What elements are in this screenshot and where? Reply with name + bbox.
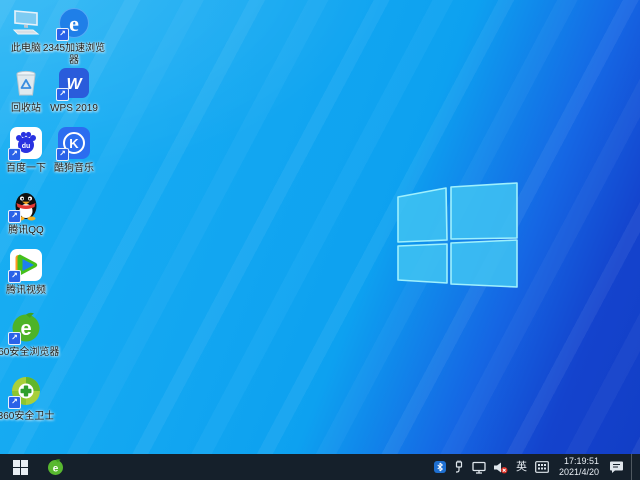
svg-text:K: K <box>69 136 79 151</box>
volume-muted-tray-icon[interactable] <box>493 454 508 480</box>
qq-penguin-icon: ↗ <box>8 188 43 223</box>
svg-text:e: e <box>52 463 58 474</box>
icon-label: 360安全浏览器 <box>0 347 60 358</box>
ime-language-indicator[interactable]: 英 <box>515 454 528 480</box>
network-tray-icon[interactable] <box>472 454 486 480</box>
desktop-wallpaper: 此电脑 回收站 du ↗ 百度一下 ↗ 腾讯QQ ↗ 腾讯视频 e ↗ 60安全… <box>0 0 640 454</box>
bluetooth-tray-icon[interactable] <box>433 454 446 480</box>
taskbar: e 英 17:19:51 2021/4/20 <box>0 454 640 480</box>
shortcut-arrow-icon: ↗ <box>8 396 21 409</box>
desktop-icon-kugou-music[interactable]: K ↗ 酷狗音乐 <box>38 126 110 175</box>
icon-label: 酷狗音乐 <box>54 163 94 174</box>
svg-text:e: e <box>69 11 79 36</box>
shortcut-arrow-icon: ↗ <box>56 88 69 101</box>
icon-label: 2345加速浏览器 <box>42 43 106 66</box>
shortcut-arrow-icon: ↗ <box>8 270 21 283</box>
shortcut-arrow-icon: ↗ <box>8 332 21 345</box>
desktop-icon-360-safety-guard[interactable]: ↗ 360安全卫士 <box>0 374 62 423</box>
360-browser-icon: e ↗ <box>8 310 43 345</box>
desktop-icon-360-safe-browser[interactable]: e ↗ 360安全浏览器 <box>0 310 62 359</box>
icon-label: 腾讯QQ <box>8 225 44 236</box>
360-browser-taskbar-icon: e <box>47 458 63 475</box>
system-tray: 英 17:19:51 2021/4/20 <box>433 454 640 480</box>
desktop-icon-tencent-video[interactable]: ↗ 腾讯视频 <box>0 248 62 297</box>
shortcut-arrow-icon: ↗ <box>8 210 21 223</box>
shortcut-arrow-icon: ↗ <box>56 28 69 41</box>
windows-start-icon <box>12 459 28 475</box>
2345-browser-icon: e ↗ <box>56 6 91 41</box>
icon-label: 腾讯视频 <box>6 285 46 296</box>
desktop-icon-wps-2019[interactable]: W ↗ WPS 2019 <box>38 66 110 115</box>
clock-date: 2021/4/20 <box>558 467 599 477</box>
desktop-icon-2345-browser[interactable]: e ↗ 2345加速浏览器 <box>38 6 110 67</box>
svg-text:e: e <box>20 318 31 340</box>
start-button[interactable] <box>0 454 40 480</box>
touch-keyboard-icon[interactable] <box>535 454 549 480</box>
360-guard-icon: ↗ <box>8 374 43 409</box>
taskbar-clock[interactable]: 17:19:51 2021/4/20 <box>556 456 602 478</box>
show-desktop-button[interactable] <box>631 454 636 480</box>
desktop-icon-tencent-qq[interactable]: ↗ 腾讯QQ <box>0 188 62 237</box>
icon-label: WPS 2019 <box>50 103 98 114</box>
shortcut-arrow-icon: ↗ <box>8 148 21 161</box>
tencent-video-icon: ↗ <box>8 248 43 283</box>
clock-time: 17:19:51 <box>563 456 599 466</box>
icon-label: 360安全卫士 <box>0 411 55 422</box>
kugou-icon: K ↗ <box>56 126 91 161</box>
action-center-icon[interactable] <box>609 454 624 480</box>
wps-icon: W ↗ <box>56 66 91 101</box>
taskbar-app-360-browser[interactable]: e <box>40 454 70 480</box>
usb-tray-icon[interactable] <box>453 454 465 480</box>
shortcut-arrow-icon: ↗ <box>56 148 69 161</box>
svg-text:du: du <box>22 143 31 150</box>
